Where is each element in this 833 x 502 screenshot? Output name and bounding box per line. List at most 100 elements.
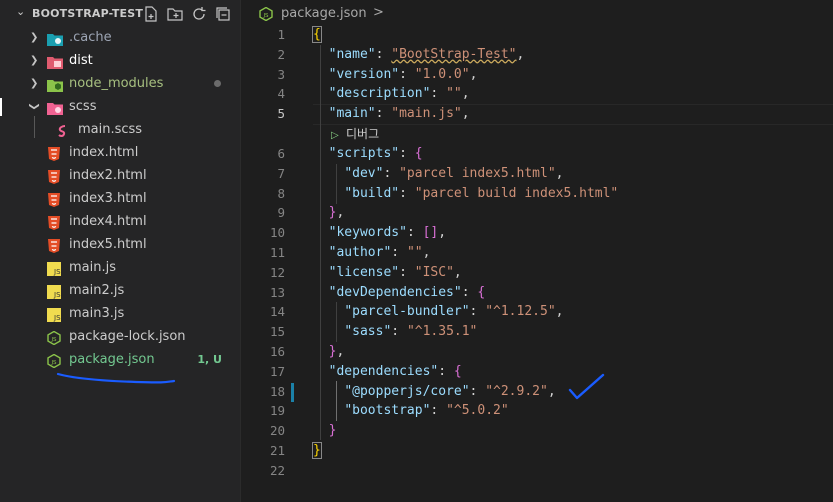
line-number: 13 bbox=[269, 284, 285, 300]
tree-item-label: dist bbox=[69, 53, 93, 68]
tree-item-label: index5.html bbox=[69, 237, 147, 252]
folder-cache-icon bbox=[47, 31, 63, 46]
folder-sass-icon bbox=[47, 100, 63, 115]
html5-icon bbox=[47, 169, 61, 184]
line-number: 16 bbox=[269, 343, 285, 359]
debug-codelens-label[interactable]: 디버그 bbox=[346, 124, 379, 144]
line-number: 15 bbox=[269, 324, 285, 340]
sass-icon bbox=[56, 123, 70, 137]
line-number-gutter: 1 2 3 4 5 6 7 8 9 10 11 12 13 14 15 16 1… bbox=[241, 25, 291, 481]
tree-item-package-json[interactable]: JS package.json 1, U bbox=[12, 348, 240, 371]
tree-item-node-modules[interactable]: ❯ node_modules bbox=[12, 72, 240, 95]
line-number: 2 bbox=[277, 46, 285, 62]
tree-item-index4-html[interactable]: index4.html bbox=[12, 210, 240, 233]
refresh-icon[interactable] bbox=[190, 5, 208, 23]
tree-item-index5-html[interactable]: index5.html bbox=[12, 233, 240, 256]
javascript-icon: JS bbox=[47, 307, 61, 322]
tree-item-label: package.json bbox=[69, 352, 155, 367]
code-line: "version": "1.0.0", bbox=[328, 66, 478, 82]
explorer-title: BOOTSTRAP-TEST bbox=[32, 7, 144, 20]
svg-text:JS: JS bbox=[53, 291, 61, 299]
chevron-down-icon[interactable]: ⌄ bbox=[16, 5, 25, 18]
html5-icon bbox=[47, 238, 61, 253]
code-line: "main": "main.js", bbox=[328, 106, 470, 122]
new-folder-icon[interactable] bbox=[166, 5, 184, 23]
code-line: } bbox=[312, 441, 322, 459]
breadcrumb-file[interactable]: package.json bbox=[281, 6, 367, 21]
tree-item-main-js[interactable]: JS main.js bbox=[12, 256, 240, 279]
tree-item-label: scss bbox=[69, 99, 97, 114]
tree-item-label: index2.html bbox=[69, 168, 147, 183]
tree-item-index2-html[interactable]: index2.html bbox=[12, 164, 240, 187]
handwritten-underline-annotation bbox=[56, 372, 176, 384]
code-line: } bbox=[328, 423, 337, 439]
nodejs-icon: JS bbox=[259, 6, 273, 22]
code-line: "devDependencies": { bbox=[328, 284, 486, 300]
tree-item-dist[interactable]: ❯ dist bbox=[12, 49, 240, 72]
tree-item-label: node_modules bbox=[69, 76, 164, 91]
chevron-right-icon: ❯ bbox=[30, 55, 39, 66]
codelens-spacer bbox=[241, 124, 291, 144]
breadcrumb-separator: > bbox=[373, 5, 384, 20]
debug-codelens[interactable]: ▷ 디버그 bbox=[313, 124, 618, 144]
line-number: 22 bbox=[269, 462, 285, 478]
line-number: 11 bbox=[269, 244, 285, 260]
indent-guide bbox=[34, 116, 35, 138]
nodejs-icon: JS bbox=[47, 353, 61, 369]
tree-item-scss[interactable]: ❯ scss bbox=[12, 95, 240, 118]
new-file-icon[interactable] bbox=[142, 5, 160, 23]
code-line: "name": "BootStrap-Test", bbox=[328, 46, 525, 62]
line-number: 1 bbox=[277, 27, 285, 42]
code-line: "scripts": { bbox=[328, 145, 423, 161]
tree-item-label: main.js bbox=[69, 260, 116, 275]
javascript-icon: JS bbox=[47, 261, 61, 276]
line-number: 4 bbox=[277, 86, 285, 102]
tree-item-main-scss[interactable]: main.scss bbox=[12, 118, 240, 141]
tree-item-main3-js[interactable]: JS main3.js bbox=[12, 302, 240, 325]
html5-icon bbox=[47, 215, 61, 230]
code-line: "author": "", bbox=[328, 244, 431, 260]
chevron-down-icon: ❯ bbox=[28, 102, 40, 111]
tree-item-label: index4.html bbox=[69, 214, 147, 229]
tree-item-package-lock-json[interactable]: JS package-lock.json bbox=[12, 325, 240, 348]
explorer-panel: ⌄ BOOTSTRAP-TEST ❯ .cache ❯ dist ❯ node_… bbox=[12, 0, 240, 502]
code-content[interactable]: { "name": "BootStrap-Test", "version": "… bbox=[312, 25, 619, 481]
line-number: 8 bbox=[277, 185, 285, 201]
line-number: 20 bbox=[269, 423, 285, 439]
line-number: 9 bbox=[277, 205, 285, 221]
tree-item-index-html[interactable]: index.html bbox=[12, 141, 240, 164]
code-line: { bbox=[312, 26, 322, 43]
line-number: 19 bbox=[269, 403, 285, 419]
code-line: "build": "parcel build index5.html" bbox=[344, 185, 619, 201]
git-modified-gutter-mark bbox=[291, 383, 294, 402]
file-tree: ❯ .cache ❯ dist ❯ node_modules ❯ scss ma… bbox=[12, 26, 240, 371]
tree-item-label: index.html bbox=[69, 145, 139, 160]
line-number: 14 bbox=[269, 304, 285, 320]
line-number: 18 bbox=[269, 383, 285, 399]
code-line: "keywords": [], bbox=[328, 225, 447, 241]
code-line: "sass": "^1.35.1" bbox=[344, 324, 478, 340]
javascript-icon: JS bbox=[47, 284, 61, 299]
tree-item-index3-html[interactable]: index3.html bbox=[12, 187, 240, 210]
folder-dist-icon bbox=[47, 54, 63, 69]
tree-item-cache[interactable]: ❯ .cache bbox=[12, 26, 240, 49]
code-line: }, bbox=[328, 343, 345, 359]
handwritten-checkmark-annotation bbox=[568, 373, 605, 400]
code-line: "description": "", bbox=[328, 86, 470, 102]
tree-item-main2-js[interactable]: JS main2.js bbox=[12, 279, 240, 302]
git-status-badge: 1, U bbox=[197, 353, 222, 366]
tree-item-label: main3.js bbox=[69, 306, 125, 321]
collapse-all-icon[interactable] bbox=[214, 5, 232, 23]
tree-item-label: package-lock.json bbox=[69, 329, 186, 344]
html5-icon bbox=[47, 192, 61, 207]
explorer-header[interactable]: ⌄ BOOTSTRAP-TEST bbox=[12, 3, 240, 25]
svg-text:JS: JS bbox=[50, 337, 57, 343]
code-line: "bootstrap": "^5.0.2" bbox=[344, 403, 509, 419]
line-number: 10 bbox=[269, 225, 285, 241]
code-line: "license": "ISC", bbox=[328, 264, 462, 280]
code-line: }, bbox=[328, 205, 345, 221]
line-number: 17 bbox=[269, 363, 285, 379]
chevron-right-icon: ❯ bbox=[30, 32, 39, 43]
html5-icon bbox=[47, 146, 61, 161]
